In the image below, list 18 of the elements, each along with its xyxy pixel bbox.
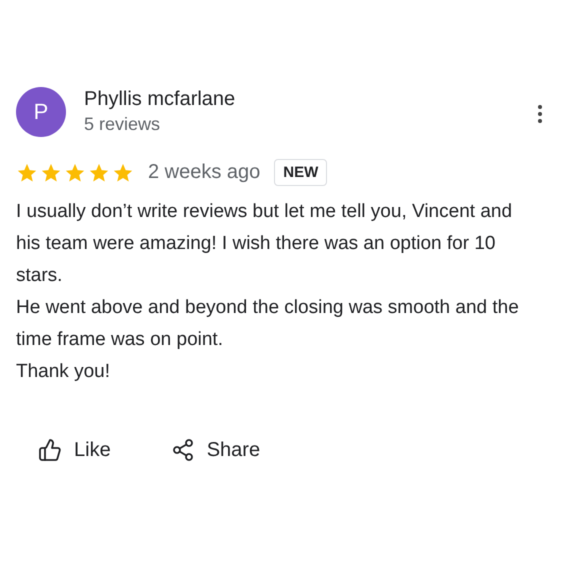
new-badge: NEW <box>274 159 328 186</box>
review-text: I usually don’t write reviews but let me tell you, Vincent and his team were amazing! I wish there was an option for 10 stars. <box>16 200 514 288</box>
star-icon <box>112 162 134 184</box>
review-time: 2 weeks ago <box>148 161 260 184</box>
review-text: He went above and beyond the closing was smooth and the time frame was on point. <box>16 296 520 352</box>
star-icon <box>40 162 62 184</box>
star-icon <box>16 162 38 184</box>
share-button[interactable]: Share <box>166 434 264 466</box>
review-count: 5 reviews <box>84 113 162 136</box>
author-name: Phyllis mcfarlane <box>84 87 236 112</box>
user-avatar: P <box>16 87 66 137</box>
more-options-icon <box>537 104 543 124</box>
star-icon <box>64 162 86 184</box>
star-icon <box>88 162 110 184</box>
thumbs-up-icon <box>38 438 62 462</box>
review-text: Thank you! <box>16 360 111 384</box>
like-button[interactable]: Like <box>34 434 115 466</box>
share-icon <box>170 438 195 462</box>
